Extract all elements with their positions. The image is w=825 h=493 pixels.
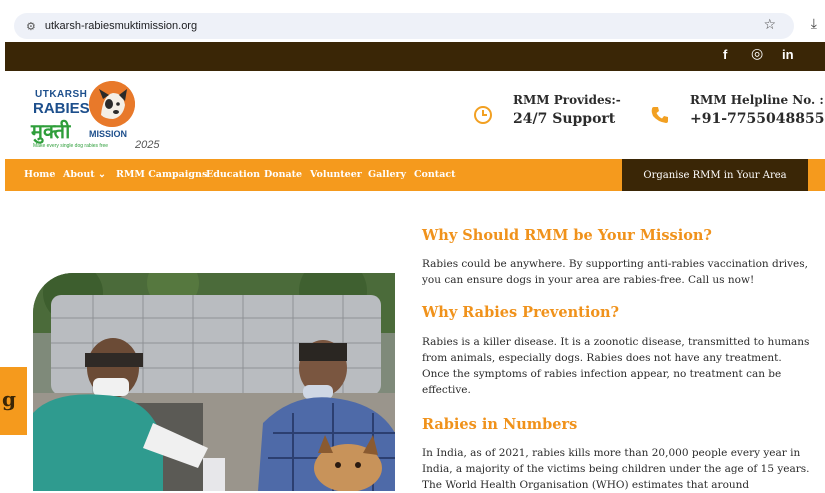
- dog-badge-logo: [89, 81, 135, 127]
- url-text[interactable]: utkarsh-rabiesmuktimission.org: [45, 20, 197, 32]
- vaccination-photo: [33, 273, 395, 491]
- rmm-provides-label: RMM Provides:-: [513, 93, 621, 107]
- linkedin-icon[interactable]: in: [782, 47, 794, 62]
- facebook-icon[interactable]: f: [723, 47, 727, 62]
- site-header: UTKARSH RABIES मुक्ती MISSION Make every…: [5, 71, 825, 159]
- paragraph-why-prevention: Rabies is a killer disease. It is a zoon…: [422, 336, 810, 396]
- rmm-helpline-label: RMM Helpline No. :: [690, 93, 824, 107]
- nav-item-about[interactable]: About ⌄: [63, 169, 106, 180]
- rmm-provides-value: 24/7 Support: [513, 111, 616, 127]
- logo-line-mukti: मुक्ती: [31, 119, 71, 143]
- heading-why-prevention: Why Rabies Prevention?: [422, 304, 620, 321]
- logo-line-rabies: RABIES: [33, 100, 90, 117]
- nav-item-education[interactable]: Education: [206, 169, 260, 180]
- side-tab[interactable]: g: [0, 367, 27, 435]
- instagram-icon[interactable]: ◎: [751, 46, 763, 62]
- nav-item-contact[interactable]: Contact: [414, 169, 456, 180]
- paragraph-rabies-numbers: In India, as of 2021, rabies kills more …: [422, 447, 810, 491]
- heading-why-rmm: Why Should RMM be Your Mission?: [422, 227, 712, 244]
- logo-line-utkarsh: UTKARSH: [35, 89, 88, 100]
- nav-item-donate[interactable]: Donate: [264, 169, 302, 180]
- site-settings-icon[interactable]: ⚙: [26, 20, 36, 33]
- nav-item-home[interactable]: Home: [24, 169, 55, 180]
- nav-item-rmm-campaigns[interactable]: RMM Campaigns: [116, 169, 207, 180]
- main-nav: Home About ⌄ RMM Campaigns Education Don…: [5, 159, 825, 191]
- nav-item-volunteer[interactable]: Volunteer: [310, 169, 362, 180]
- top-social-bar: f ◎ in: [5, 42, 825, 71]
- logo-line-mission: MISSION: [89, 129, 128, 139]
- browser-toolbar: ⚙ utkarsh-rabiesmuktimission.org ☆ ⤓: [0, 0, 825, 42]
- address-bar[interactable]: ⚙ utkarsh-rabiesmuktimission.org ☆: [14, 13, 794, 39]
- organise-rmm-button[interactable]: Organise RMM in Your Area: [622, 159, 808, 191]
- logo-year: 2025: [135, 139, 160, 151]
- phone-icon[interactable]: [650, 105, 670, 130]
- heading-rabies-numbers: Rabies in Numbers: [422, 416, 578, 433]
- rmm-helpline-number[interactable]: +91-7755048855: [690, 111, 824, 127]
- side-tab-text: g: [2, 387, 16, 411]
- nav-item-gallery[interactable]: Gallery: [368, 169, 406, 180]
- logo-tagline: Make every single dog rabies free: [33, 143, 109, 149]
- star-icon[interactable]: ☆: [763, 17, 776, 33]
- paragraph-why-rmm: Rabies could be anywhere. By supporting …: [422, 258, 808, 286]
- site-logo[interactable]: UTKARSH RABIES मुक्ती MISSION Make every…: [29, 81, 169, 153]
- nav-item-about-label: About: [63, 169, 95, 180]
- chevron-down-icon: ⌄: [97, 169, 106, 180]
- clock-icon: [473, 105, 493, 130]
- download-icon[interactable]: ⤓: [811, 16, 817, 32]
